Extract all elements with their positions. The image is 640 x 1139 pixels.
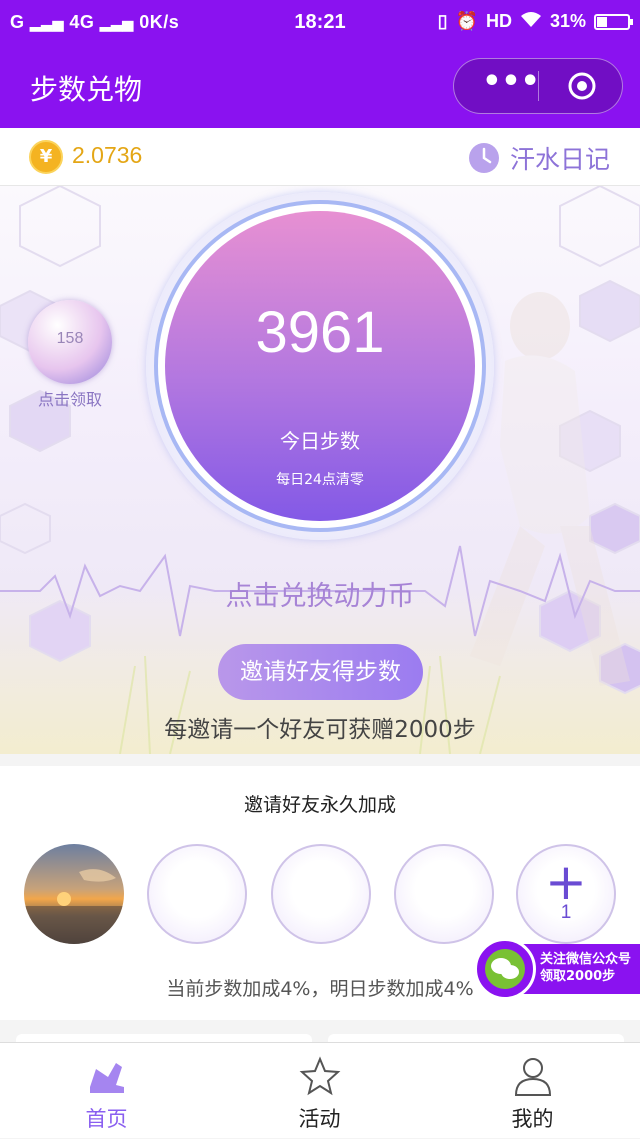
wechat-follow-banner[interactable]: 关注微信公众号 领取2000步 bbox=[474, 938, 640, 1000]
wechat-banner-line2: 领取2000步 bbox=[540, 969, 616, 984]
vibrate-icon: ▯ bbox=[437, 11, 448, 31]
battery-percent: 31% bbox=[549, 11, 586, 31]
next-section-peek bbox=[0, 1020, 640, 1048]
bubble-value: 158 bbox=[56, 330, 84, 347]
wechat-icon bbox=[474, 938, 536, 1000]
status-right: ▯ ⏰ HD 31% bbox=[437, 11, 633, 32]
tab-profile[interactable]: 我的 bbox=[426, 1043, 639, 1139]
star-icon bbox=[299, 1056, 341, 1096]
friend-slot-empty[interactable] bbox=[147, 844, 247, 944]
tab-home[interactable]: 首页 bbox=[0, 1043, 213, 1139]
tab-bar: 首页 活动 我的 bbox=[0, 1042, 640, 1138]
friend-avatar[interactable] bbox=[24, 844, 124, 944]
page-title: 步数兑物 bbox=[30, 73, 143, 106]
friend-slot-empty[interactable] bbox=[271, 844, 371, 944]
wechat-banner-line1: 关注微信公众号 bbox=[540, 952, 632, 967]
add-friend-count: 1 bbox=[560, 902, 572, 923]
steps-circle[interactable]: 3961 今日步数 每日24点清零 bbox=[165, 211, 475, 521]
reward-bubble[interactable]: 158 bbox=[28, 300, 112, 384]
status-bar: G ▂▃▅ 4G ▂▃▅ 0K/s 18:21 ▯ ⏰ HD 31% bbox=[0, 0, 640, 44]
nav-bar: 步数兑物 ••• bbox=[0, 44, 640, 128]
shoe-icon bbox=[90, 1063, 124, 1093]
mini-program-capsule: ••• bbox=[453, 58, 623, 114]
sunset-photo bbox=[24, 869, 124, 944]
today-steps: 3961 bbox=[255, 300, 385, 365]
user-icon bbox=[514, 1058, 552, 1096]
friend-slot-empty[interactable] bbox=[394, 844, 494, 944]
steps-hero: 158 点击领取 3961 今日步数 每日24点清零 点击兑换动力币 邀请好友得… bbox=[0, 186, 640, 754]
wifi-icon bbox=[520, 11, 542, 32]
add-friend-slot[interactable]: + 1 bbox=[516, 844, 616, 944]
alarm-icon: ⏰ bbox=[455, 11, 478, 31]
diary-link[interactable]: 汗水日记 bbox=[468, 140, 610, 176]
tab-activity-label: 活动 bbox=[298, 1107, 341, 1131]
balance-row: ¥ 2.0736 汗水日记 bbox=[0, 128, 640, 186]
friends-bonus-title: 邀请好友永久加成 bbox=[243, 794, 396, 816]
more-button[interactable]: ••• bbox=[478, 67, 544, 101]
tab-profile-label: 我的 bbox=[511, 1107, 554, 1131]
invite-friends-button[interactable]: 邀请好友得步数 bbox=[218, 644, 423, 700]
tab-activity[interactable]: 活动 bbox=[213, 1043, 426, 1139]
clock-icon bbox=[468, 143, 499, 173]
target-icon bbox=[568, 72, 596, 100]
invite-reward-text: 每邀请一个好友可获赠2000步 bbox=[164, 717, 476, 743]
diary-label: 汗水日记 bbox=[509, 145, 610, 174]
hd-label: HD bbox=[485, 11, 512, 31]
coin-icon: ¥ bbox=[29, 140, 63, 174]
today-steps-label: 今日步数 bbox=[280, 429, 360, 453]
tab-home-label: 首页 bbox=[85, 1107, 128, 1131]
coin-balance: 2.0736 bbox=[72, 142, 143, 168]
exchange-coins-link[interactable]: 点击兑换动力币 bbox=[0, 574, 640, 613]
close-button[interactable] bbox=[567, 71, 597, 101]
battery-icon bbox=[594, 13, 633, 30]
bubble-claim-label[interactable]: 点击领取 bbox=[18, 386, 122, 410]
reset-note: 每日24点清零 bbox=[276, 472, 364, 488]
capsule-divider bbox=[538, 71, 539, 101]
